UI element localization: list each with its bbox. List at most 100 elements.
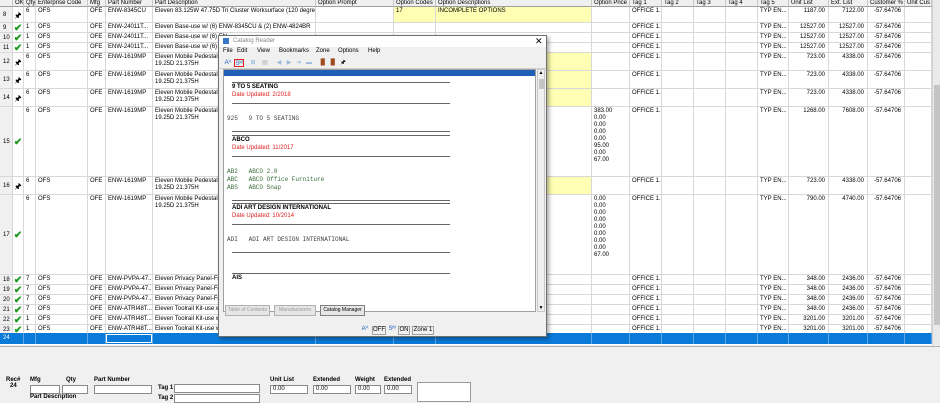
column-header-tag5[interactable]: Tag 5 bbox=[758, 0, 789, 7]
selected-cell[interactable] bbox=[868, 333, 905, 344]
cell-tag3[interactable] bbox=[694, 89, 726, 107]
cell-qty[interactable]: 6 bbox=[24, 107, 36, 177]
cell-tag3[interactable] bbox=[694, 195, 726, 275]
cell-tag5[interactable]: TYP EN... bbox=[758, 177, 789, 195]
menu-view[interactable]: View bbox=[257, 48, 270, 54]
table-of-contents-button[interactable]: Table of Contents bbox=[225, 305, 270, 316]
row-number[interactable]: 10 bbox=[0, 33, 13, 43]
cell-unit-customer[interactable] bbox=[905, 53, 932, 71]
active-cell-editor[interactable] bbox=[106, 334, 152, 343]
catalog-entry[interactable]: ADI ADI ART DESIGN INTERNATIONAL bbox=[227, 236, 349, 243]
cell-option-price[interactable] bbox=[592, 89, 630, 107]
cell-tag1[interactable]: OFFICE 1... bbox=[630, 7, 662, 23]
cell-option-price[interactable] bbox=[592, 53, 630, 71]
cell-option-price[interactable] bbox=[592, 285, 630, 295]
cell-unit-list[interactable]: 723.00 bbox=[789, 53, 829, 71]
cell-ok[interactable]: ✔ bbox=[13, 195, 24, 275]
cell-mfg[interactable]: OFE bbox=[88, 305, 106, 315]
row-number[interactable]: 11 bbox=[0, 43, 13, 53]
cell-tag2[interactable] bbox=[662, 7, 694, 23]
cell-mfg[interactable]: OFE bbox=[88, 315, 106, 325]
row-number[interactable]: 12 bbox=[0, 53, 13, 71]
cell-tag2[interactable] bbox=[662, 275, 694, 285]
cell-unit-customer[interactable] bbox=[905, 315, 932, 325]
cell-qty[interactable]: 6 bbox=[24, 7, 36, 23]
cell-part-number[interactable]: ENW-24011T... bbox=[106, 33, 153, 43]
cell-tag1[interactable]: OFFICE 1... bbox=[630, 107, 662, 177]
cell-tag5[interactable]: TYP EN... bbox=[758, 195, 789, 275]
mfg-input[interactable] bbox=[30, 385, 60, 394]
cell-tag5[interactable]: TYP EN... bbox=[758, 71, 789, 89]
menu-zone[interactable]: Zone bbox=[316, 48, 330, 54]
cell-option-codes[interactable]: 17 bbox=[394, 7, 436, 23]
cell-tag4[interactable] bbox=[726, 275, 758, 285]
column-header-tag3[interactable]: Tag 3 bbox=[694, 0, 726, 7]
cell-customer-pct[interactable]: -57.64706 bbox=[868, 7, 905, 23]
cell-mfg[interactable]: OFE bbox=[88, 71, 106, 89]
cell-ext-list[interactable]: 4338.00 bbox=[829, 177, 868, 195]
cell-option-descriptions[interactable]: INCOMPLETE OPTIONS bbox=[436, 7, 592, 23]
cell-option-codes[interactable] bbox=[394, 23, 436, 33]
cell-tag2[interactable] bbox=[662, 43, 694, 53]
cell-ok[interactable]: ✔ bbox=[13, 285, 24, 295]
cell-tag3[interactable] bbox=[694, 305, 726, 315]
cell-qty[interactable]: 6 bbox=[24, 177, 36, 195]
cell-part-number[interactable]: ENW-1619MP bbox=[106, 71, 153, 89]
catalog-reader-titlebar[interactable]: Catalog Reader ✕ bbox=[219, 36, 546, 47]
close-icon[interactable]: ✕ bbox=[535, 36, 543, 47]
cell-option-price[interactable] bbox=[592, 315, 630, 325]
cell-unit-list[interactable]: 1268.00 bbox=[789, 107, 829, 177]
column-header-customer-pct[interactable]: Customer % bbox=[868, 0, 905, 7]
column-header-option-price[interactable]: Option Price bbox=[592, 0, 630, 7]
cell-qty[interactable]: 1 bbox=[24, 315, 36, 325]
cell-qty[interactable]: 7 bbox=[24, 305, 36, 315]
catalog-entry[interactable]: ABC ABCO Office Furniture bbox=[227, 176, 324, 183]
cell-tag5[interactable]: TYP EN... bbox=[758, 89, 789, 107]
tag2-input[interactable] bbox=[174, 394, 260, 403]
cell-ok[interactable]: 🖈 bbox=[13, 71, 24, 89]
cell-qty[interactable]: 6 bbox=[24, 89, 36, 107]
catalog-scroll-thumb[interactable] bbox=[539, 79, 544, 89]
cell-enterprise-code[interactable]: OFS bbox=[36, 43, 88, 53]
weight-input[interactable]: 0.00 bbox=[355, 385, 381, 394]
selected-cell[interactable] bbox=[24, 333, 36, 344]
cell-part-number[interactable]: ENW-24011T... bbox=[106, 43, 153, 53]
cell-tag3[interactable] bbox=[694, 107, 726, 177]
cell-tag2[interactable] bbox=[662, 305, 694, 315]
cell-ok[interactable]: ✔ bbox=[13, 295, 24, 305]
row-number[interactable]: 9 bbox=[0, 23, 13, 33]
selected-cell[interactable] bbox=[662, 333, 694, 344]
row-number[interactable]: 16 bbox=[0, 177, 13, 195]
catalog-entry[interactable]: AB2 ABCO 2.0 bbox=[227, 168, 277, 175]
cell-tag1[interactable]: OFFICE 1... bbox=[630, 295, 662, 305]
cell-enterprise-code[interactable]: OFS bbox=[36, 7, 88, 23]
cell-customer-pct[interactable]: -57.64706 bbox=[868, 275, 905, 285]
cell-tag4[interactable] bbox=[726, 53, 758, 71]
cell-unit-list[interactable]: 12527.00 bbox=[789, 43, 829, 53]
cell-tag4[interactable] bbox=[726, 107, 758, 177]
cell-customer-pct[interactable]: -57.64706 bbox=[868, 71, 905, 89]
selected-cell[interactable] bbox=[592, 333, 630, 344]
extended-weight-input[interactable]: 0.00 bbox=[384, 385, 412, 394]
cell-tag1[interactable]: OFFICE 1... bbox=[630, 53, 662, 71]
cell-ext-list[interactable]: 3201.00 bbox=[829, 315, 868, 325]
zoom-icon[interactable]: ⊞ bbox=[249, 59, 257, 67]
cell-enterprise-code[interactable]: OFS bbox=[36, 71, 88, 89]
cell-enterprise-code[interactable]: OFS bbox=[36, 23, 88, 33]
cell-unit-list[interactable]: 348.00 bbox=[789, 305, 829, 315]
selected-cell[interactable] bbox=[789, 333, 829, 344]
menu-options[interactable]: Options bbox=[338, 48, 359, 54]
column-header-unit-list[interactable]: Unit List bbox=[789, 0, 829, 7]
cell-unit-customer[interactable] bbox=[905, 285, 932, 295]
selected-cell[interactable] bbox=[726, 333, 758, 344]
forward-icon[interactable]: ▶ bbox=[285, 59, 293, 67]
selected-cell[interactable] bbox=[829, 333, 868, 344]
cell-ext-list[interactable]: 7608.00 bbox=[829, 107, 868, 177]
cell-option-price[interactable] bbox=[592, 43, 630, 53]
cell-ok[interactable]: ✔ bbox=[13, 43, 24, 53]
cell-tag1[interactable]: OFFICE 1... bbox=[630, 177, 662, 195]
cell-enterprise-code[interactable]: OFS bbox=[36, 53, 88, 71]
cell-part-number[interactable]: ENW-1619MP bbox=[106, 89, 153, 107]
cell-mfg[interactable]: OFE bbox=[88, 275, 106, 285]
cell-tag3[interactable] bbox=[694, 43, 726, 53]
